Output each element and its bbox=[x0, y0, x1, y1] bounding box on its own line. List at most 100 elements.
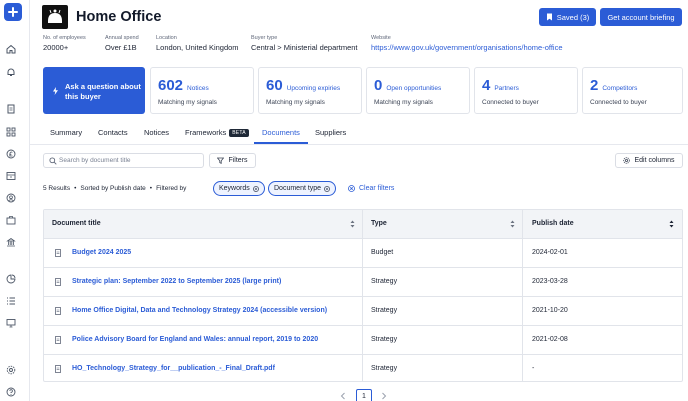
stat-card-competitors[interactable]: 2 Competitors Connected to buyer bbox=[582, 67, 683, 114]
sort-icon[interactable] bbox=[669, 220, 674, 228]
chevron-left-icon[interactable] bbox=[340, 392, 346, 400]
pound-icon[interactable] bbox=[6, 149, 16, 159]
filters-label: Filters bbox=[228, 157, 248, 164]
table-row[interactable]: HO_Technology_Strategy_for__publication_… bbox=[44, 355, 682, 381]
chevron-right-icon[interactable] bbox=[381, 392, 387, 400]
column-header-publish-date[interactable]: Publish date bbox=[532, 220, 574, 227]
beta-badge: BETA bbox=[229, 129, 249, 137]
filter-chip-keywords[interactable]: Keywords bbox=[213, 181, 265, 196]
stat-sub: Matching my signals bbox=[374, 99, 433, 106]
chip-label: Keywords bbox=[219, 185, 250, 192]
column-header-title[interactable]: Document title bbox=[52, 220, 101, 227]
filters-button[interactable]: Filters bbox=[209, 153, 256, 168]
filter-chip-document-type[interactable]: Document type bbox=[268, 181, 337, 196]
meta-value: London, United Kingdom bbox=[156, 43, 239, 52]
meta-value: Central > Ministerial department bbox=[251, 43, 358, 52]
settings-icon[interactable] bbox=[6, 365, 16, 375]
table-row[interactable]: Budget 2024 2025 Budget 2024-02-01 bbox=[44, 239, 682, 268]
stat-label: Open opportunities bbox=[386, 85, 442, 92]
inbox-icon[interactable] bbox=[6, 171, 16, 181]
document-type: Strategy bbox=[371, 307, 398, 314]
bell-icon[interactable] bbox=[6, 67, 16, 77]
stat-count: 2 bbox=[590, 77, 599, 94]
document-icon bbox=[55, 336, 61, 344]
buyer-title: Home Office bbox=[76, 9, 162, 25]
building-icon[interactable] bbox=[6, 237, 16, 247]
edit-columns-button[interactable]: Edit columns bbox=[615, 153, 683, 168]
tab-summary[interactable]: Summary bbox=[50, 128, 82, 137]
saved-button[interactable]: Saved (3) bbox=[539, 8, 596, 26]
document-type: Strategy bbox=[371, 278, 398, 285]
tab-notices[interactable]: Notices bbox=[144, 128, 169, 137]
help-icon[interactable] bbox=[6, 387, 16, 397]
list-icon[interactable] bbox=[6, 296, 16, 306]
meta-buyer-type: Buyer type Central > Ministerial departm… bbox=[251, 35, 358, 52]
website-link[interactable]: https://www.gov.uk/government/organisati… bbox=[371, 43, 563, 52]
document-title-link[interactable]: HO_Technology_Strategy_for__publication_… bbox=[72, 365, 275, 372]
document-type: Strategy bbox=[371, 365, 398, 372]
tab-contacts[interactable]: Contacts bbox=[98, 128, 128, 137]
document-publish-date: 2021-10-20 bbox=[532, 307, 568, 314]
document-type: Strategy bbox=[371, 336, 398, 343]
document-publish-date: 2024-02-01 bbox=[532, 249, 568, 256]
stat-card-open-opportunities[interactable]: 0 Open opportunities Matching my signals bbox=[366, 67, 470, 114]
clear-filters-link[interactable]: Clear filters bbox=[348, 185, 394, 192]
meta-key: Location bbox=[156, 35, 177, 41]
tab-suppliers[interactable]: Suppliers bbox=[315, 128, 346, 137]
document-title-link[interactable]: Strategic plan: September 2022 to Septem… bbox=[72, 278, 281, 285]
tabs-divider bbox=[30, 144, 688, 145]
stat-label: Notices bbox=[187, 85, 209, 92]
chart-icon[interactable] bbox=[6, 274, 16, 284]
stat-label: Upcoming expiries bbox=[286, 85, 341, 92]
filter-icon bbox=[217, 157, 225, 164]
app-logo-icon[interactable] bbox=[4, 3, 22, 21]
left-nav-rail bbox=[0, 0, 30, 401]
get-account-briefing-button[interactable]: Get account briefing bbox=[600, 8, 682, 26]
stat-sub: Matching my signals bbox=[158, 99, 217, 106]
clear-filters-label: Clear filters bbox=[359, 185, 395, 192]
documents-table: Document title Type Publish date Budget … bbox=[43, 209, 683, 382]
document-icon bbox=[55, 249, 61, 257]
meta-key: Annual spend bbox=[105, 35, 139, 41]
meta-website: Website https://www.gov.uk/government/or… bbox=[371, 35, 563, 52]
monitor-icon[interactable] bbox=[6, 318, 16, 328]
buyer-crest-logo bbox=[42, 5, 68, 29]
meta-key: No. of employees bbox=[43, 35, 86, 41]
briefcase-icon[interactable] bbox=[6, 215, 16, 225]
stat-label: Partners bbox=[494, 85, 519, 92]
table-row[interactable]: Strategic plan: September 2022 to Septem… bbox=[44, 268, 682, 297]
tab-frameworks[interactable]: Frameworks BETA bbox=[185, 128, 249, 137]
stat-card-upcoming-expiries[interactable]: 60 Upcoming expiries Matching my signals bbox=[258, 67, 362, 114]
meta-value: Over £1B bbox=[105, 43, 137, 52]
target-icon[interactable] bbox=[6, 193, 16, 203]
page-number-current[interactable]: 1 bbox=[356, 389, 372, 401]
search-input[interactable] bbox=[59, 155, 199, 166]
document-title-link[interactable]: Budget 2024 2025 bbox=[72, 249, 131, 256]
chip-remove-icon[interactable] bbox=[324, 185, 331, 192]
table-row[interactable]: Home Office Digital, Data and Technology… bbox=[44, 297, 682, 326]
stat-count: 4 bbox=[482, 77, 491, 94]
document-title-link[interactable]: Home Office Digital, Data and Technology… bbox=[72, 307, 327, 314]
stat-card-notices[interactable]: 602 Notices Matching my signals bbox=[150, 67, 254, 114]
meta-annual-spend: Annual spend Over £1B bbox=[105, 35, 139, 52]
stat-label: Competitors bbox=[602, 85, 638, 92]
filtered-by-text: Filtered by bbox=[156, 185, 187, 192]
ask-question-card[interactable]: Ask a question about this buyer bbox=[43, 67, 145, 114]
stat-card-partners[interactable]: 4 Partners Connected to buyer bbox=[474, 67, 578, 114]
chip-remove-icon[interactable] bbox=[252, 185, 259, 192]
results-count: 5 Results bbox=[43, 185, 71, 192]
saved-button-label: Saved (3) bbox=[556, 12, 590, 22]
table-row[interactable]: Police Advisory Board for England and Wa… bbox=[44, 326, 682, 355]
tab-documents[interactable]: Documents bbox=[262, 128, 300, 137]
stat-count: 0 bbox=[374, 77, 383, 94]
notices-icon[interactable] bbox=[6, 104, 16, 114]
document-title-link[interactable]: Police Advisory Board for England and Wa… bbox=[72, 336, 318, 343]
document-search[interactable] bbox=[43, 153, 204, 168]
sort-icon[interactable] bbox=[510, 220, 515, 228]
sort-icon[interactable] bbox=[350, 220, 355, 228]
sparkle-icon bbox=[53, 87, 58, 95]
home-icon[interactable] bbox=[6, 44, 16, 54]
grid-icon[interactable] bbox=[6, 127, 16, 137]
column-header-type[interactable]: Type bbox=[371, 220, 387, 227]
meta-key: Website bbox=[371, 35, 391, 41]
